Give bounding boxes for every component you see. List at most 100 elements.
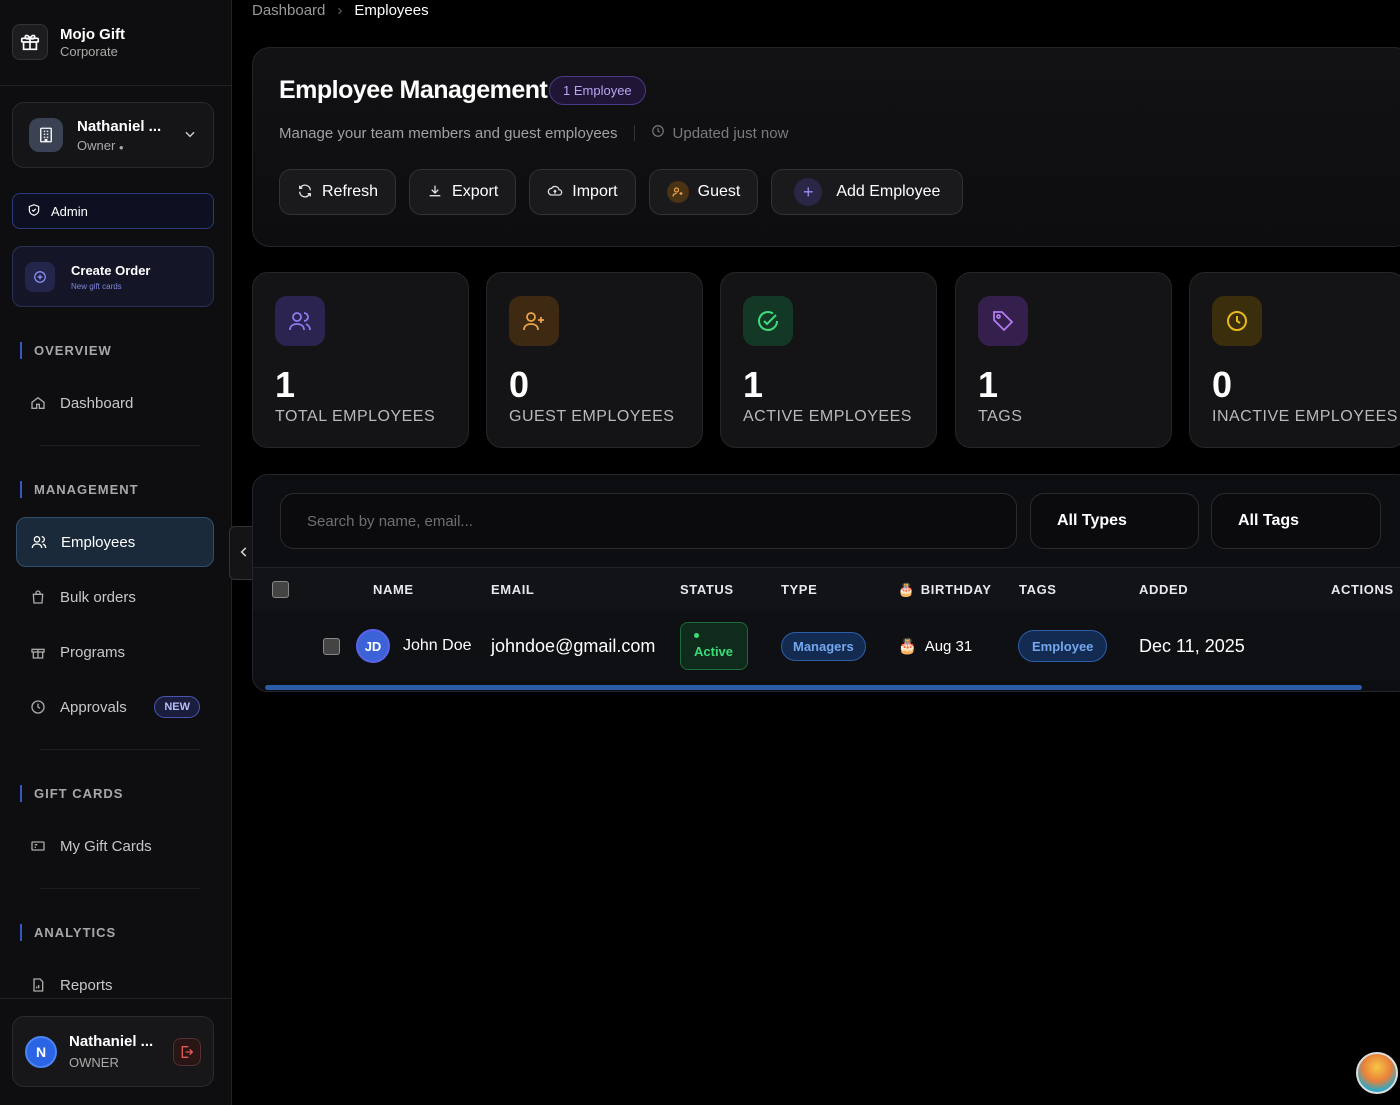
column-tags[interactable]: TAGS	[1019, 582, 1057, 597]
home-icon	[30, 395, 46, 411]
document-icon	[30, 977, 46, 993]
added-date: Dec 11, 2025	[1139, 635, 1245, 656]
stat-value: 1	[275, 364, 296, 405]
stat-label: ACTIVE EMPLOYEES	[743, 408, 912, 425]
column-added[interactable]: ADDED	[1139, 582, 1188, 597]
horizontal-scrollbar[interactable]	[265, 685, 1362, 690]
sidebar-item-label: Employees	[61, 533, 136, 551]
add-employee-label: Add Employee	[836, 183, 941, 200]
card-icon	[30, 838, 46, 854]
export-label: Export	[452, 183, 499, 200]
plus-circle-icon	[25, 261, 55, 292]
guest-button[interactable]: Guest	[648, 169, 759, 215]
divider	[40, 445, 200, 446]
stat-label: TAGS	[978, 408, 1023, 425]
action-bar: Refresh Export Import Guest + Add Employ…	[279, 169, 964, 215]
stat-label: INACTIVE EMPLOYEES	[1212, 408, 1398, 425]
user-plus-icon	[666, 181, 689, 203]
tag-badge: Employee	[1018, 630, 1108, 662]
sidebar-item-label: Dashboard	[60, 394, 134, 412]
sidebar-item-my-gift-cards[interactable]: My Gift Cards	[16, 821, 214, 871]
logout-icon[interactable]	[173, 1037, 201, 1066]
sidebar-item-reports[interactable]: Reports	[16, 960, 214, 1010]
column-status[interactable]: STATUS	[680, 582, 734, 597]
status-pill: Active	[680, 622, 748, 670]
stat-value: 1	[978, 364, 999, 405]
building-icon	[29, 118, 63, 152]
tags-filter-select[interactable]: All Tags	[1211, 493, 1381, 549]
updated-status: Updated just now	[651, 124, 789, 142]
gift-icon	[30, 644, 46, 660]
org-role: Owner	[77, 137, 116, 153]
refresh-button[interactable]: Refresh	[279, 169, 397, 215]
divider	[0, 85, 231, 86]
import-button[interactable]: Import	[529, 169, 636, 215]
org-name: Nathaniel ...	[77, 117, 162, 135]
divider	[40, 888, 200, 889]
stat-card-inactive-employees: 0 INACTIVE EMPLOYEES	[1189, 272, 1400, 448]
import-label: Import	[572, 183, 618, 200]
breadcrumb: Dashboard › Employees	[252, 2, 429, 19]
section-gift-cards: GIFT CARDS	[20, 785, 123, 802]
updated-label: Updated just now	[672, 124, 789, 142]
assistant-avatar[interactable]	[1356, 1052, 1398, 1094]
employee-name-cell: JD John Doe	[356, 629, 472, 663]
cake-icon: 🎂	[898, 581, 915, 597]
type-filter-select[interactable]: All Types	[1030, 493, 1199, 549]
users-icon	[275, 296, 325, 346]
download-icon	[427, 183, 443, 202]
gift-icon	[12, 24, 48, 60]
column-birthday-header[interactable]: 🎂 BIRTHDAY	[898, 582, 992, 598]
column-name[interactable]: NAME	[373, 582, 414, 597]
user-plus-icon	[509, 296, 559, 346]
sidebar-item-employees[interactable]: Employees	[16, 517, 214, 567]
admin-button[interactable]: Admin	[12, 193, 214, 229]
subtitle-row: Manage your team members and guest emplo…	[279, 124, 788, 142]
table-row[interactable]: JD John Doe johndoe@gmail.com Active Man…	[253, 611, 1400, 681]
employee-count-badge: 1 Employee	[549, 76, 646, 105]
clock-icon	[30, 699, 46, 715]
sidebar-item-programs[interactable]: Programs	[16, 627, 214, 677]
select-all-checkbox[interactable]	[272, 581, 289, 598]
divider	[40, 749, 200, 750]
admin-label: Admin	[51, 203, 88, 219]
chevron-left-icon	[237, 545, 251, 562]
export-button[interactable]: Export	[409, 169, 517, 215]
plus-icon: +	[794, 178, 823, 206]
stat-value: 0	[1212, 364, 1233, 405]
search-input[interactable]	[280, 493, 1017, 549]
section-analytics: ANALYTICS	[20, 924, 116, 941]
user-name: Nathaniel ...	[69, 1033, 154, 1050]
column-actions: ACTIONS	[1331, 582, 1394, 597]
column-email[interactable]: EMAIL	[491, 582, 534, 597]
user-card[interactable]: N Nathaniel ... OWNER	[12, 1016, 214, 1087]
divider	[0, 998, 231, 999]
sidebar-item-bulk-orders[interactable]: Bulk orders	[16, 572, 214, 622]
sidebar-item-approvals[interactable]: Approvals NEW	[16, 682, 214, 732]
add-employee-button[interactable]: + Add Employee	[771, 169, 964, 215]
stat-card-guest-employees: 0 GUEST EMPLOYEES	[486, 272, 703, 448]
brand[interactable]: Mojo Gift Corporate	[12, 24, 125, 60]
birthday-cell: 🎂 Aug 31	[898, 637, 972, 656]
organization-switcher[interactable]: Nathaniel ... Owner ●	[12, 102, 214, 168]
cloud-upload-icon	[547, 183, 563, 202]
column-type[interactable]: TYPE	[781, 582, 817, 597]
sidebar-item-label: Programs	[60, 643, 126, 661]
stat-value: 0	[509, 364, 530, 405]
header-card: Employee Management 1 Employee Manage yo…	[252, 47, 1400, 247]
employees-table-card: All Types All Tags NAME EMAIL STATUS TYP…	[252, 474, 1400, 692]
status-label: Active	[694, 644, 734, 659]
create-order-button[interactable]: Create Order New gift cards	[12, 246, 214, 307]
brand-title: Mojo Gift	[60, 25, 125, 43]
sidebar-item-dashboard[interactable]: Dashboard	[16, 378, 214, 428]
tag-pill[interactable]: Employee	[1018, 630, 1108, 662]
stat-card-active-employees: 1 ACTIVE EMPLOYEES	[720, 272, 937, 448]
user-role: OWNER	[69, 1055, 119, 1070]
breadcrumb-dashboard[interactable]: Dashboard	[252, 2, 325, 19]
org-role-line: Owner ●	[77, 138, 183, 153]
status-dot	[694, 633, 699, 638]
row-checkbox[interactable]	[323, 637, 340, 655]
stat-card-tags: 1 TAGS	[955, 272, 1172, 448]
avatar: N	[25, 1035, 57, 1068]
new-badge: NEW	[154, 696, 200, 718]
